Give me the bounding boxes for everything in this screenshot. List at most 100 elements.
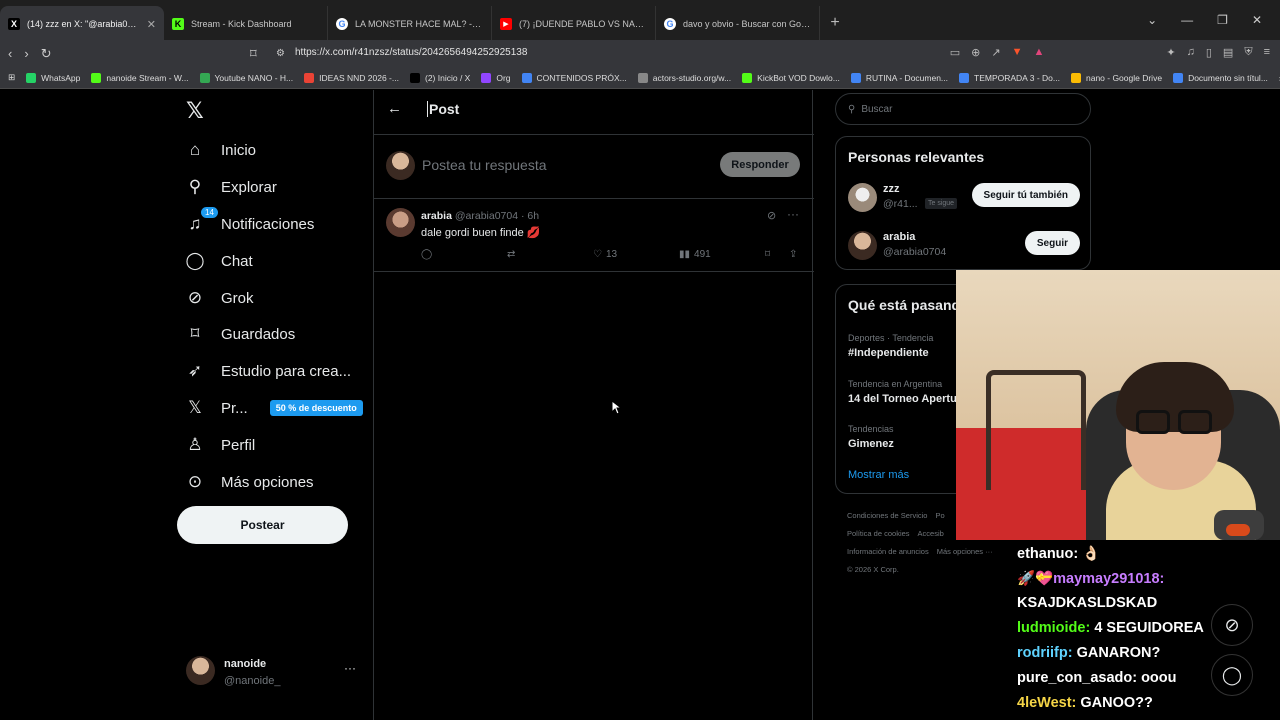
x-logo-icon[interactable]: 𝕏 [186, 98, 204, 124]
account-switcher[interactable]: nanoide @nanoide_ ··· [186, 656, 366, 688]
apps-icon[interactable]: ⊞ [8, 72, 15, 83]
bookmark-item[interactable]: Youtube NANO - H... [199, 72, 293, 83]
tweet-author[interactable]: arabia [421, 210, 452, 222]
footer-link[interactable]: Accesib [918, 529, 944, 538]
restore-icon[interactable]: ❐ [1217, 13, 1228, 27]
nav-item-explorar[interactable]: ⚲ Explorar [185, 172, 277, 202]
nav-item-chat[interactable]: ◯ Chat [185, 246, 252, 276]
person-row[interactable]: zzz @r41... Te sigue Seguir tú también [848, 181, 1080, 215]
tab-search-icon[interactable]: ⌄ [1147, 13, 1157, 27]
bookmark-item[interactable]: Org [481, 72, 511, 83]
footer-link[interactable]: Política de cookies [847, 529, 910, 538]
search-input[interactable]: ⚲ Buscar [835, 93, 1091, 125]
bookmark-icon[interactable]: ⌑ [765, 249, 770, 260]
url-field[interactable]: https://x.com/r41nzsz/status/20426564942… [295, 47, 527, 58]
grok-icon[interactable]: ⊘ [767, 209, 776, 222]
person-row[interactable]: arabia @arabia0704 Seguir [848, 229, 1080, 263]
site-info-icon[interactable]: ⚙ [276, 48, 285, 59]
bookmark-item[interactable]: RUTINA - Documen... [850, 72, 948, 83]
nav-item-perfil[interactable]: ♙ Perfil [185, 430, 255, 460]
more-icon[interactable]: ··· [787, 207, 799, 221]
wallet-icon[interactable]: ▤ [1223, 46, 1233, 59]
more-icon[interactable]: ··· [344, 661, 356, 675]
media-icon[interactable]: ♫ [1187, 46, 1195, 59]
tab-title: (14) zzz en X: "@arabia0704 nad [27, 19, 140, 29]
bookmark-page-icon[interactable]: ⌑ [250, 46, 257, 62]
bookmark-item[interactable]: TEMPORADA 3 - Do... [959, 72, 1060, 83]
trend-item[interactable]: Tendencia en Argentina 14 del Torneo Ape… [848, 379, 967, 405]
bookmark-item[interactable]: actors-studio.org/w... [637, 72, 731, 83]
bookmark-item[interactable]: nano - Google Drive [1070, 72, 1162, 83]
chat-message: 🚀💝maymay291018: [1017, 570, 1280, 595]
bookmark-item[interactable]: nanoide Stream - W... [91, 72, 189, 83]
post-button[interactable]: Postear [177, 506, 348, 544]
tab-x-post[interactable]: X (14) zzz en X: "@arabia0704 nad ✕ [0, 6, 164, 42]
minimize-icon[interactable]: — [1181, 13, 1193, 27]
bookmark-item[interactable]: KickBot VOD Dowlo... [742, 72, 840, 83]
rewards-icon[interactable]: ▲ [1034, 46, 1045, 59]
nav-item-pr[interactable]: 𝕏 Pr... 50 % de descuento [185, 393, 363, 423]
nav-label: Grok [221, 289, 254, 307]
menu-icon[interactable]: ≡ [1264, 46, 1270, 59]
home-icon: ⌂ [189, 140, 201, 159]
vpn-icon[interactable]: ⛨ [1244, 46, 1252, 59]
tweet[interactable]: arabia @arabia0704 · 6h dale gordi buen … [374, 200, 814, 272]
bookmark-label: TEMPORADA 3 - Do... [974, 72, 1060, 83]
brave-icon[interactable]: ▼ [1012, 46, 1023, 59]
tab-google-search[interactable]: G LA MONSTER HACE MAL? - Buscar c [328, 6, 492, 42]
tab-title: Stream - Kick Dashboard [191, 19, 292, 29]
tab-google-search-2[interactable]: G davo y obvio - Buscar con Google [656, 6, 820, 42]
messages-fab-icon[interactable]: ◯ [1211, 654, 1253, 696]
bookmark-item[interactable]: WhatsApp [26, 72, 80, 83]
reply-input[interactable]: Postea tu respuesta [422, 157, 547, 173]
grok-fab-icon[interactable]: ⊘ [1211, 604, 1253, 646]
avatar[interactable] [848, 231, 877, 260]
close-tab-icon[interactable]: ✕ [147, 18, 156, 31]
share-icon[interactable]: ⇪ [789, 249, 797, 260]
footer-link[interactable]: Condiciones de Servicio [847, 511, 927, 520]
person-name[interactable]: arabia [883, 231, 915, 243]
forward-icon[interactable]: › [24, 46, 28, 61]
zoom-icon[interactable]: ⊕ [971, 46, 980, 59]
panel-title: Qué está pasando [848, 297, 969, 313]
nav-item-guardados[interactable]: ⌑ Guardados [185, 319, 296, 349]
avatar[interactable] [386, 208, 415, 237]
nav-item-notificaciones[interactable]: ♫ 14 Notificaciones [185, 207, 314, 239]
reply-icon[interactable]: ◯ [421, 249, 432, 260]
extensions-icon[interactable]: ✦ [1166, 46, 1175, 59]
new-tab-button[interactable]: + [820, 6, 850, 40]
person-name[interactable]: zzz [883, 183, 900, 195]
views-button[interactable]: ▮▮ 491 [679, 249, 711, 260]
tab-youtube[interactable]: ▶ (7) ¡DUENDE PABLO VS NANOIDE! SI [492, 6, 656, 42]
footer-link[interactable]: Información de anuncios [847, 547, 929, 556]
follow-back-button[interactable]: Seguir tú también [971, 183, 1080, 207]
bookmark-favicon-icon [481, 72, 492, 83]
reload-icon[interactable]: ↻ [41, 46, 52, 62]
cast-icon[interactable]: ▭ [950, 46, 960, 59]
back-arrow-icon[interactable]: ← [387, 100, 402, 117]
bookmark-item[interactable]: CONTENIDOS PRÓX... [521, 72, 627, 83]
youtube-favicon-icon: ▶ [500, 18, 512, 30]
bookmark-item[interactable]: (2) Inicio / X [409, 72, 470, 83]
like-button[interactable]: ♡ 13 [593, 249, 617, 260]
tab-kick-dashboard[interactable]: K Stream - Kick Dashboard [164, 6, 328, 42]
bookmark-item[interactable]: Documento sin títul... [1173, 72, 1268, 83]
close-window-icon[interactable]: ✕ [1252, 13, 1262, 27]
footer-link[interactable]: Po [935, 511, 944, 520]
sidebar-icon[interactable]: ▯ [1206, 46, 1212, 59]
trend-item[interactable]: Tendencias Gimenez [848, 424, 894, 450]
nav-item-estudio-para-crea[interactable]: ➶ Estudio para crea... [185, 356, 351, 386]
share-icon[interactable]: ↗ [991, 46, 1000, 59]
show-more-link[interactable]: Mostrar más [848, 469, 909, 481]
trend-item[interactable]: Deportes · Tendencia #Independiente [848, 333, 933, 359]
nav-item-grok[interactable]: ⊘ Grok [185, 283, 254, 313]
reply-button[interactable]: Responder [720, 152, 800, 177]
back-icon[interactable]: ‹ [8, 46, 12, 61]
nav-item-más-opciones[interactable]: ⊙ Más opciones [185, 467, 314, 497]
follow-button[interactable]: Seguir [1024, 231, 1080, 255]
bookmark-item[interactable]: IDEAS NND 2026 -... [304, 72, 399, 83]
footer-link[interactable]: Más opciones ··· [937, 547, 993, 556]
retweet-icon[interactable]: ⇄ [507, 249, 515, 260]
avatar[interactable] [848, 183, 877, 212]
nav-item-inicio[interactable]: ⌂ Inicio [185, 135, 256, 165]
